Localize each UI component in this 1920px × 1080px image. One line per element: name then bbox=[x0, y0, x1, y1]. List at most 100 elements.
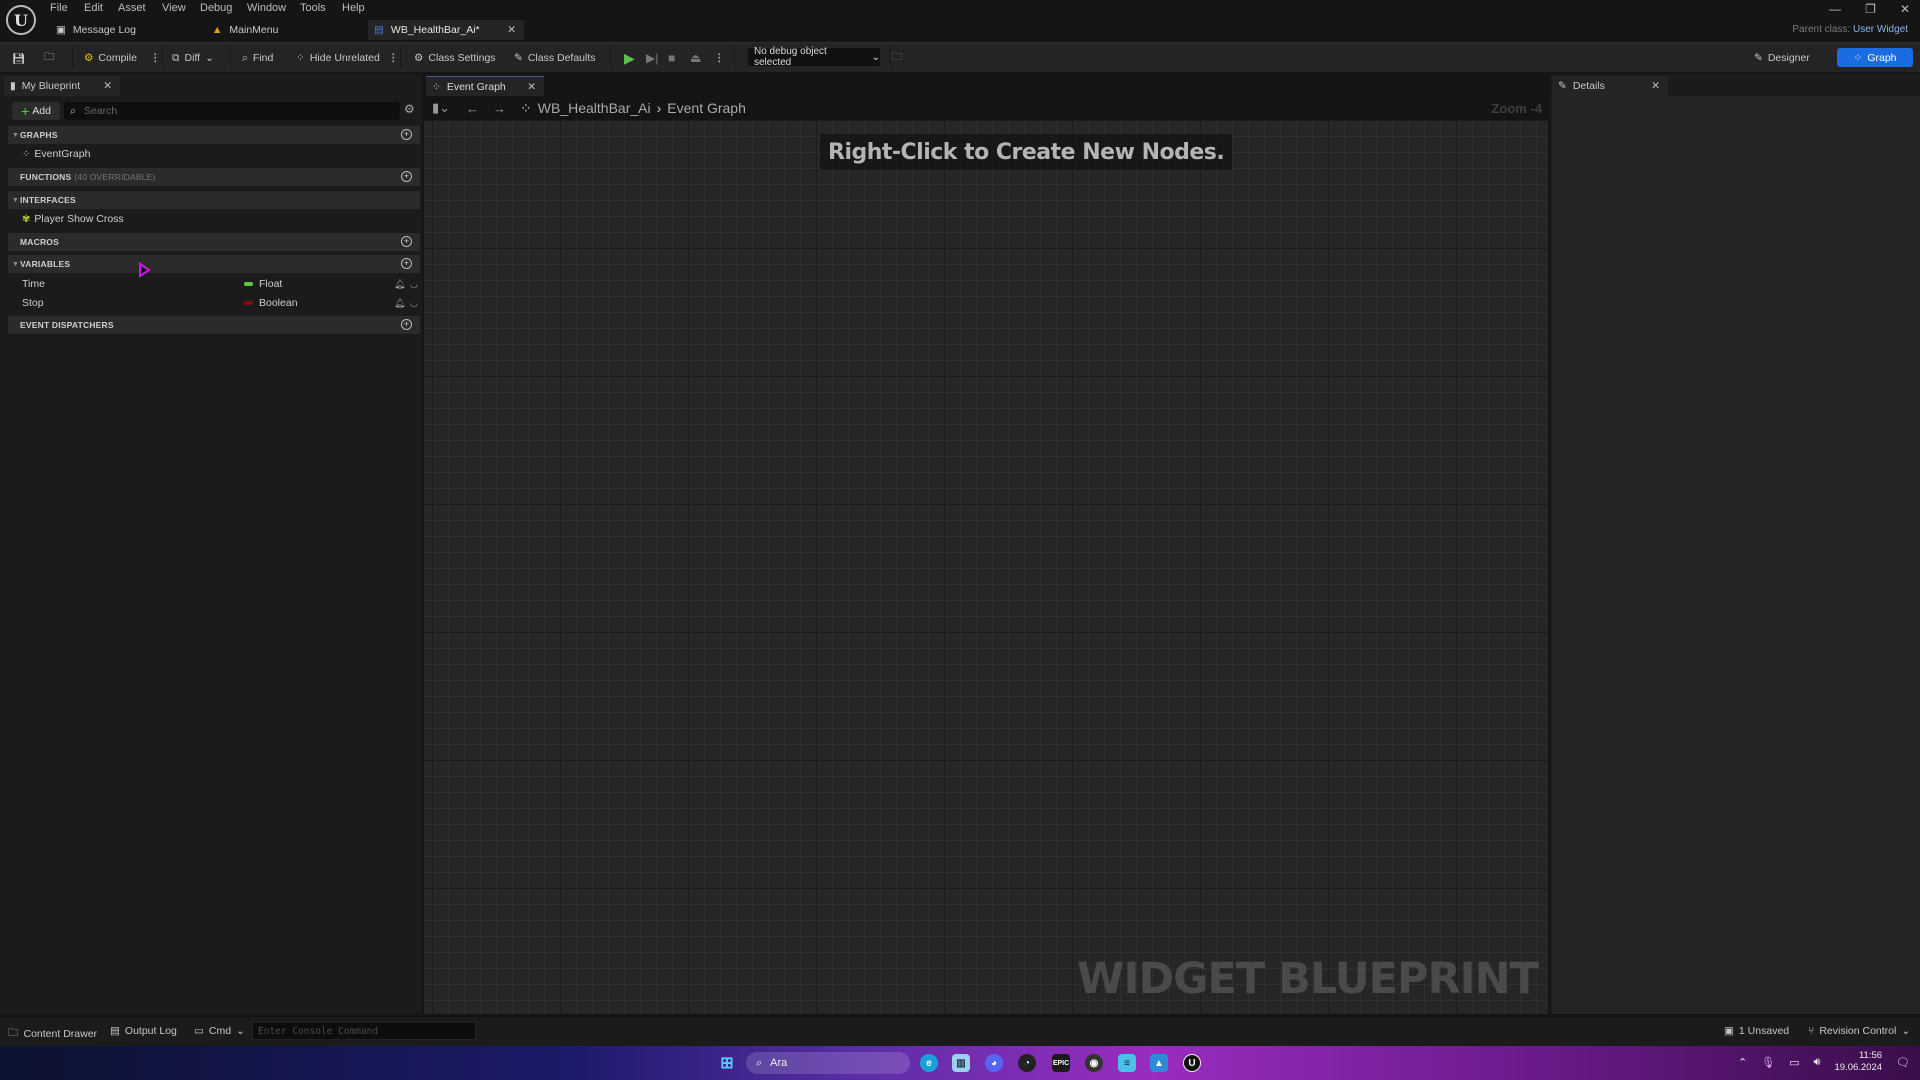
variable-row[interactable]: Time Float 🔔︎ ◡ bbox=[8, 275, 420, 293]
console-command-input[interactable]: Enter Console Command bbox=[252, 1022, 476, 1040]
step-button[interactable]: ▶︎| bbox=[646, 49, 658, 67]
class-settings-button[interactable]: ⚙ Class Settings bbox=[414, 49, 496, 67]
section-variables[interactable]: ▼ VARIABLES + bbox=[8, 255, 420, 273]
minimize-icon[interactable]: — bbox=[1829, 2, 1841, 16]
content-drawer-icon: 🗀 bbox=[8, 1027, 19, 1039]
doc-tab-message-log[interactable]: ▣ Message Log bbox=[54, 20, 204, 40]
close-tab-icon[interactable]: ✕ bbox=[103, 80, 112, 92]
add-event-dispatcher-icon[interactable]: + bbox=[401, 319, 412, 330]
section-event-dispatchers[interactable]: EVENT DISPATCHERS + bbox=[8, 316, 420, 334]
section-interfaces[interactable]: ▼ INTERFACES bbox=[8, 191, 420, 209]
menu-tools[interactable]: Tools bbox=[300, 2, 326, 16]
debug-browse-button[interactable]: 🗀 bbox=[892, 49, 903, 67]
compile-options-button[interactable]: ⋮ bbox=[150, 49, 161, 67]
section-graphs[interactable]: ▼ GRAPHS + bbox=[8, 126, 420, 144]
settings-gear-icon[interactable]: ⚙ bbox=[404, 102, 415, 116]
graph-item-eventgraph[interactable]: ⁘ EventGraph bbox=[8, 145, 420, 163]
visibility-eye-icon[interactable]: ◡ bbox=[410, 279, 418, 290]
close-window-icon[interactable]: ✕ bbox=[1900, 2, 1910, 16]
volume-icon[interactable]: 🔊︎ bbox=[1814, 1056, 1821, 1069]
play-button[interactable]: ▶ bbox=[624, 49, 635, 67]
compile-button[interactable]: ⚙ Compile bbox=[84, 49, 137, 67]
close-tab-icon[interactable]: ✕ bbox=[1651, 80, 1660, 92]
hide-unrelated-options-button[interactable]: ⋮ bbox=[388, 49, 399, 67]
output-log-button[interactable]: ▤ Output Log bbox=[110, 1025, 177, 1037]
breadcrumb-graph[interactable]: Event Graph bbox=[667, 100, 746, 116]
section-functions[interactable]: FUNCTIONS (40 OVERRIDABLE) + bbox=[8, 168, 420, 186]
unreal-logo-icon[interactable]: U bbox=[6, 5, 36, 35]
edge-icon[interactable]: e bbox=[920, 1054, 938, 1072]
eject-icon: ⏏ bbox=[690, 51, 702, 65]
menu-debug[interactable]: Debug bbox=[200, 2, 232, 16]
parent-class-link[interactable]: User Widget bbox=[1853, 24, 1908, 35]
breadcrumb-blueprint[interactable]: WB_HealthBar_Ai bbox=[538, 100, 651, 116]
restore-icon[interactable]: ❐ bbox=[1865, 2, 1876, 16]
content-drawer-button[interactable]: 🗀 Content Drawer bbox=[8, 1025, 97, 1043]
section-macros[interactable]: MACROS + bbox=[8, 233, 420, 251]
play-icon: ▶ bbox=[624, 49, 635, 66]
graph-tab-bar: ⁘ Event Graph ✕ bbox=[424, 74, 1548, 96]
variable-row[interactable]: Stop Boolean 🔔︎ ◡ bbox=[8, 294, 420, 312]
find-button[interactable]: ⌕ Find bbox=[242, 49, 273, 67]
plus-icon: + bbox=[21, 103, 30, 119]
my-blueprint-tab[interactable]: ▮ My Blueprint ✕ bbox=[4, 76, 120, 96]
menu-view[interactable]: View bbox=[162, 2, 186, 16]
browse-button[interactable]: 🗀 bbox=[44, 49, 55, 67]
bookmark-icon[interactable]: ▮⌄ bbox=[432, 100, 450, 116]
event-graph-tab[interactable]: ⁘ Event Graph ✕ bbox=[426, 76, 544, 96]
add-variable-icon[interactable]: + bbox=[401, 258, 412, 269]
epic-games-icon[interactable]: EPIC bbox=[1052, 1054, 1070, 1072]
search-input[interactable]: ⌕ Search bbox=[64, 102, 400, 120]
hide-unrelated-button[interactable]: ⁘ Hide Unrelated bbox=[296, 49, 380, 67]
details-tab[interactable]: ✎ Details ✕ bbox=[1552, 76, 1668, 96]
doc-tab-mainmenu[interactable]: ▲ MainMenu bbox=[212, 20, 362, 40]
back-arrow-icon[interactable]: ← bbox=[466, 101, 479, 116]
tray-overflow-chevron-icon[interactable]: ⌃ bbox=[1738, 1056, 1747, 1069]
taskbar-search[interactable]: ⌕ Ara bbox=[746, 1052, 910, 1074]
debug-object-select[interactable]: No debug object selected ⌄ bbox=[748, 46, 880, 68]
graph-navigation-bar: ▮⌄ ← → ⁘ WB_HealthBar_Ai › Event Graph Z… bbox=[424, 96, 1548, 120]
notepad-icon[interactable]: ≡ bbox=[1118, 1054, 1136, 1072]
add-button[interactable]: + Add bbox=[12, 102, 60, 120]
save-button[interactable]: 💾︎ bbox=[12, 49, 25, 67]
cmd-select[interactable]: ▭ Cmd ⌄ bbox=[194, 1025, 245, 1037]
revision-control-button[interactable]: ⑂ Revision Control ⌄ bbox=[1808, 1025, 1910, 1037]
stop-button[interactable]: ■ bbox=[668, 49, 675, 67]
windows-start-icon[interactable]: ⊞ bbox=[718, 1054, 736, 1072]
close-tab-icon[interactable]: ✕ bbox=[527, 81, 536, 93]
graph-mode-button[interactable]: ⁘ Graph bbox=[1837, 48, 1913, 67]
discord-icon[interactable]: ◕ bbox=[985, 1054, 1003, 1072]
designer-mode-button[interactable]: ✎ Designer bbox=[1754, 48, 1824, 67]
github-icon[interactable]: ◔ bbox=[1018, 1054, 1036, 1072]
photos-icon[interactable]: ▲ bbox=[1150, 1054, 1168, 1072]
interface-item[interactable]: ✾ Player Show Cross bbox=[8, 210, 420, 228]
close-tab-icon[interactable]: ✕ bbox=[507, 24, 516, 36]
clock[interactable]: 11:56 19.06.2024 bbox=[1834, 1050, 1882, 1074]
task-manager-icon[interactable]: ▥ bbox=[952, 1054, 970, 1072]
menu-window[interactable]: Window bbox=[247, 2, 286, 16]
unsaved-button[interactable]: ▣ 1 Unsaved bbox=[1724, 1025, 1789, 1037]
notification-icon[interactable]: 🗨︎ bbox=[1896, 1056, 1910, 1069]
add-macro-icon[interactable]: + bbox=[401, 236, 412, 247]
replication-bell-icon[interactable]: 🔔︎ bbox=[394, 279, 405, 290]
windows-taskbar: ⊞ ⌕ Ara e ▥ ◕ ◔ EPIC ◉ ≡ ▲ U ⌃ 🎙︎ ▭ 🔊︎ 1… bbox=[0, 1046, 1920, 1080]
microphone-icon[interactable]: 🎙︎ bbox=[1761, 1056, 1775, 1069]
add-graph-icon[interactable]: + bbox=[401, 129, 412, 140]
unreal-engine-taskbar-icon[interactable]: U bbox=[1183, 1054, 1201, 1072]
visibility-eye-icon[interactable]: ◡ bbox=[410, 298, 418, 309]
replication-bell-icon[interactable]: 🔔︎ bbox=[394, 298, 405, 309]
network-icon[interactable]: ▭ bbox=[1789, 1056, 1799, 1069]
forward-arrow-icon[interactable]: → bbox=[493, 101, 506, 116]
obs-icon[interactable]: ◉ bbox=[1085, 1054, 1103, 1072]
class-defaults-button[interactable]: ✎ Class Defaults bbox=[514, 49, 596, 67]
menu-file[interactable]: File bbox=[50, 2, 68, 16]
play-options-button[interactable]: ⋮ bbox=[714, 49, 725, 67]
eject-button[interactable]: ⏏ bbox=[690, 49, 701, 67]
diff-button[interactable]: ⧉ Diff ⌄ bbox=[172, 49, 214, 67]
doc-tab-wb-healthbar[interactable]: ▤ WB_HealthBar_Ai* ✕ bbox=[368, 20, 524, 40]
graph-canvas[interactable]: ▮⌄ ← → ⁘ WB_HealthBar_Ai › Event Graph Z… bbox=[424, 96, 1548, 1014]
menu-edit[interactable]: Edit bbox=[84, 2, 103, 16]
menu-asset[interactable]: Asset bbox=[118, 2, 146, 16]
menu-help[interactable]: Help bbox=[342, 2, 365, 16]
add-function-icon[interactable]: + bbox=[401, 171, 412, 182]
